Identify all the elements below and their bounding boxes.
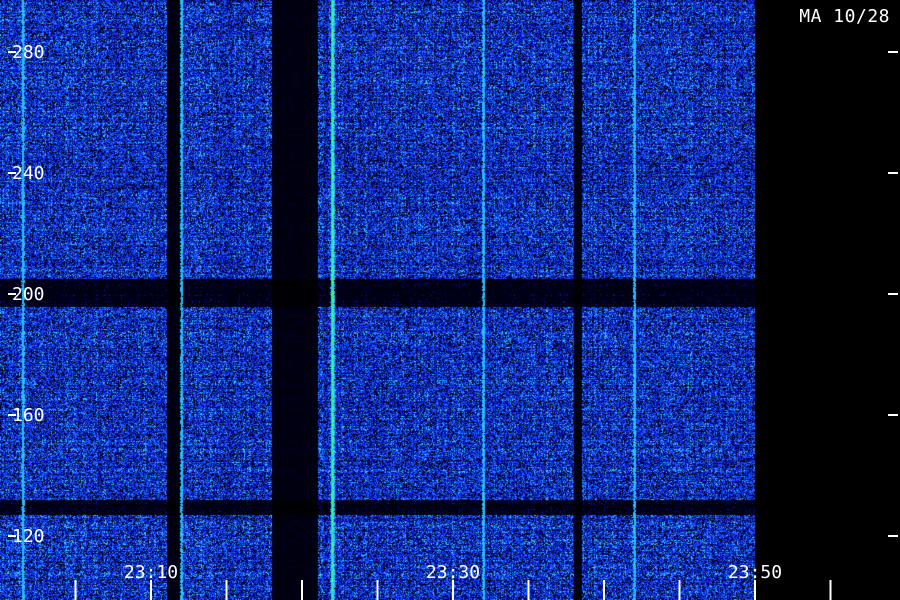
spectrogram-stage: 120 160 200 240 280 23:10 23:30 23:50 MA 10/28 — [0, 0, 900, 600]
x-tick-label-2310: 23:10 — [124, 562, 178, 583]
y-tick-label-160: 160 — [12, 405, 45, 426]
y-tick-label-120: 120 — [12, 526, 45, 547]
y-tick-label-240: 240 — [12, 163, 45, 184]
y-tick-label-200: 200 — [12, 284, 45, 305]
station-label: MA 10/28 — [799, 6, 890, 27]
x-tick-label-2330: 23:30 — [426, 562, 480, 583]
y-tick-label-280: 280 — [12, 42, 45, 63]
x-tick-label-2350: 23:50 — [728, 562, 782, 583]
axes-overlay: 120 160 200 240 280 23:10 23:30 23:50 — [8, 42, 898, 600]
